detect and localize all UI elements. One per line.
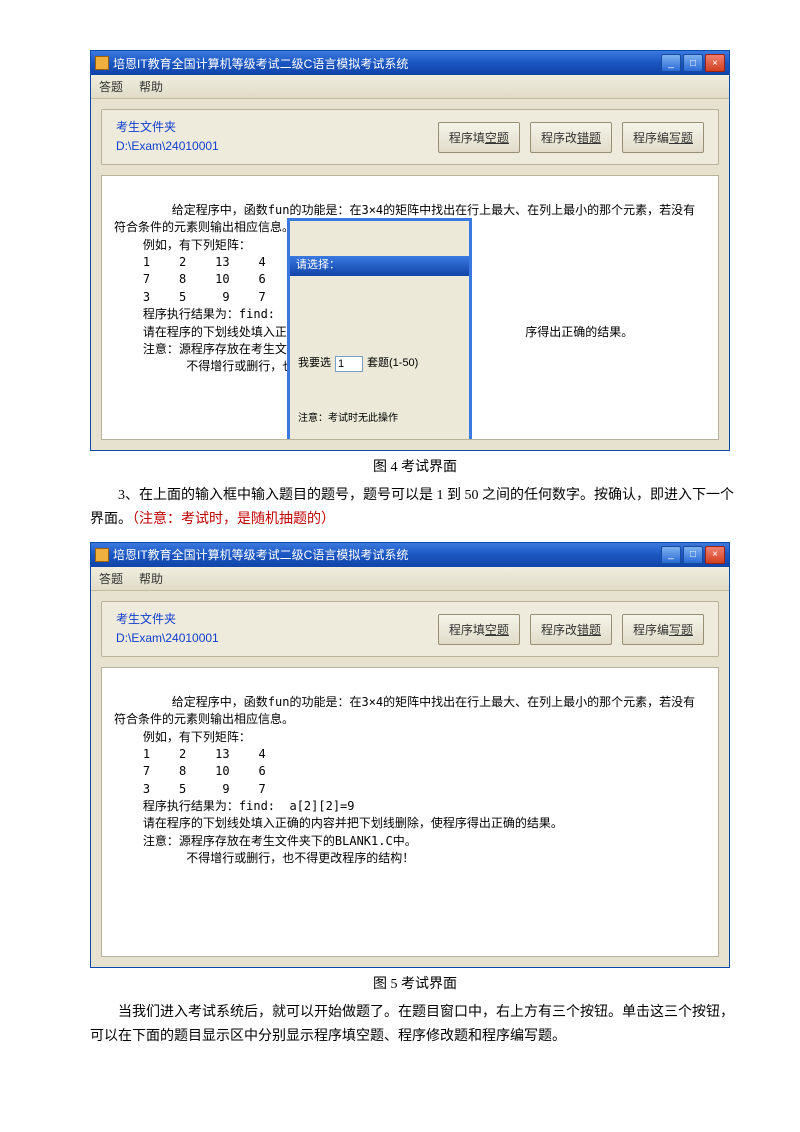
minimize-button[interactable]: _: [661, 546, 681, 564]
exam-window-1: 培恩IT教育全国计算机等级考试二级C语言模拟考试系统 _ □ × 答题 帮助 考…: [90, 50, 730, 451]
dialog-note: 注意：考试时无此操作: [298, 410, 461, 427]
dialog-row-suffix: 套题(1-50): [367, 354, 418, 373]
maximize-button[interactable]: □: [683, 54, 703, 72]
window-title: 培恩IT教育全国计算机等级考试二级C语言模拟考试系统: [113, 55, 408, 72]
menu-answer[interactable]: 答题: [99, 570, 123, 587]
figure-5-caption: 图 5 考试界面: [90, 973, 740, 993]
top-panel: 考生文件夹 D:\Exam\24010001 程序填空题 程序改错题 程序编写题: [101, 601, 719, 657]
fill-blank-button[interactable]: 程序填空题: [438, 614, 520, 645]
question-text: 给定程序中，函数fun的功能是：在3×4的矩阵中找出在行上最大、在列上最小的那个…: [114, 695, 695, 866]
fill-blank-button[interactable]: 程序填空题: [438, 122, 520, 153]
menu-help[interactable]: 帮助: [139, 570, 163, 587]
dialog-title: 请选择：: [290, 256, 469, 276]
fix-error-button[interactable]: 程序改错题: [530, 614, 612, 645]
figure-4-caption: 图 4 考试界面: [90, 456, 740, 476]
maximize-button[interactable]: □: [683, 546, 703, 564]
titlebar: 培恩IT教育全国计算机等级考试二级C语言模拟考试系统 _ □ ×: [91, 51, 729, 75]
folder-label: 考生文件夹: [116, 610, 219, 629]
folder-path: D:\Exam\24010001: [116, 629, 219, 648]
fix-error-button[interactable]: 程序改错题: [530, 122, 612, 153]
write-code-button[interactable]: 程序编写题: [622, 614, 704, 645]
folder-path: D:\Exam\24010001: [116, 137, 219, 156]
select-dialog: 请选择： 我要选 套题(1-50) 注意：考试时无此操作 确定 取消: [287, 218, 472, 440]
app-icon: [95, 56, 109, 70]
menubar: 答题 帮助: [91, 567, 729, 591]
dialog-row-prefix: 我要选: [298, 354, 331, 373]
folder-info: 考生文件夹 D:\Exam\24010001: [116, 610, 219, 648]
close-button[interactable]: ×: [705, 54, 725, 72]
window-title: 培恩IT教育全国计算机等级考试二级C语言模拟考试系统: [113, 546, 408, 563]
question-area: 给定程序中，函数fun的功能是：在3×4的矩阵中找出在行上最大、在列上最小的那个…: [101, 175, 719, 440]
exam-window-2: 培恩IT教育全国计算机等级考试二级C语言模拟考试系统 _ □ × 答题 帮助 考…: [90, 542, 730, 968]
folder-info: 考生文件夹 D:\Exam\24010001: [116, 118, 219, 156]
top-panel: 考生文件夹 D:\Exam\24010001 程序填空题 程序改错题 程序编写题: [101, 109, 719, 165]
question-number-input[interactable]: [335, 356, 363, 372]
app-icon: [95, 548, 109, 562]
instruction-3: 3、在上面的输入框中输入题目的题号，题号可以是 1 到 50 之间的任何数字。按…: [90, 484, 740, 532]
close-button[interactable]: ×: [705, 546, 725, 564]
titlebar: 培恩IT教育全国计算机等级考试二级C语言模拟考试系统 _ □ ×: [91, 543, 729, 567]
menu-help[interactable]: 帮助: [139, 78, 163, 95]
menu-answer[interactable]: 答题: [99, 78, 123, 95]
minimize-button[interactable]: _: [661, 54, 681, 72]
folder-label: 考生文件夹: [116, 118, 219, 137]
menubar: 答题 帮助: [91, 75, 729, 99]
question-area: 给定程序中，函数fun的功能是：在3×4的矩阵中找出在行上最大、在列上最小的那个…: [101, 667, 719, 957]
write-code-button[interactable]: 程序编写题: [622, 122, 704, 153]
bottom-paragraph: 当我们进入考试系统后，就可以开始做题了。在题目窗口中，右上方有三个按钮。单击这三…: [90, 1001, 740, 1049]
